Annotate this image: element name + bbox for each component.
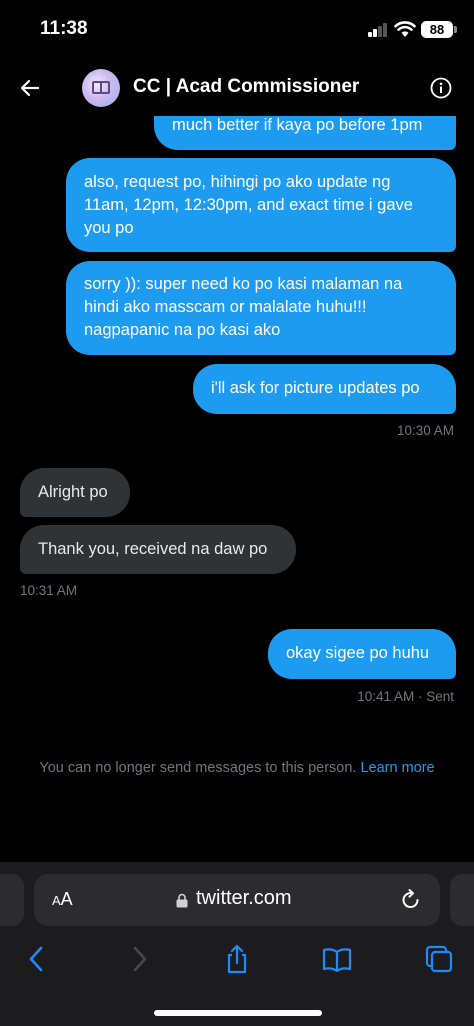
message-text: sorry )): super need ko po kasi malaman … [84,275,403,339]
browser-toolbar: AA twitter.com [0,862,474,1026]
message-text: Alright po [38,483,108,501]
reload-icon[interactable] [400,888,422,912]
tabs-icon[interactable] [424,944,454,974]
conversation-title[interactable]: CC | Acad Commissioner [133,76,359,98]
back-arrow-icon[interactable] [18,76,42,100]
address-bar[interactable]: AA twitter.com [34,874,440,926]
message-text: okay sigee po huhu [286,644,430,662]
battery-indicator: 88 [421,21,453,38]
incoming-message[interactable]: Thank you, received na daw po [20,525,296,574]
outgoing-message[interactable]: i'll ask for picture updates po [193,364,456,414]
message-text: Thank you, received na daw po [38,540,268,558]
wifi-icon [394,21,416,37]
home-indicator [154,1010,322,1016]
status-time: 11:38 [40,18,88,39]
incoming-message[interactable]: Alright po [20,468,130,517]
message-status: 10:41 AM · Sent [357,689,454,704]
url-text[interactable]: twitter.com [196,887,292,910]
outgoing-message[interactable]: okay sigee po huhu [268,629,456,679]
chevron-right-icon[interactable] [124,944,154,974]
message-text: i'll ask for picture updates po [211,379,420,397]
notice-text: You can no longer send messages to this … [39,760,357,776]
chevron-left-icon[interactable] [22,944,52,974]
message-text: much better if kaya po before 1pm [172,116,423,134]
outgoing-message[interactable]: sorry )): super need ko po kasi malaman … [66,261,456,355]
learn-more-link[interactable]: Learn more [360,760,434,776]
share-icon[interactable] [222,944,252,974]
message-timestamp: 10:30 AM [396,423,454,438]
message-text: also, request po, hihingi po ako update … [84,173,413,237]
lock-icon [176,893,188,908]
next-tab-preview[interactable] [450,874,474,926]
conversation-header: CC | Acad Commissioner [0,60,474,116]
message-timestamp: 10:31 AM [20,583,78,598]
info-icon[interactable] [430,77,452,99]
previous-tab-preview[interactable] [0,874,24,926]
reader-options-button[interactable]: AA [52,889,73,910]
bookmarks-icon[interactable] [322,944,352,974]
cellular-signal-icon [368,23,388,37]
avatar[interactable] [82,69,120,107]
status-bar: 11:38 88 [0,0,474,56]
battery-tip [454,26,457,33]
conversation-notice: You can no longer send messages to this … [0,760,474,776]
outgoing-message[interactable]: also, request po, hihingi po ako update … [66,158,456,252]
avatar-book-icon [92,81,110,94]
